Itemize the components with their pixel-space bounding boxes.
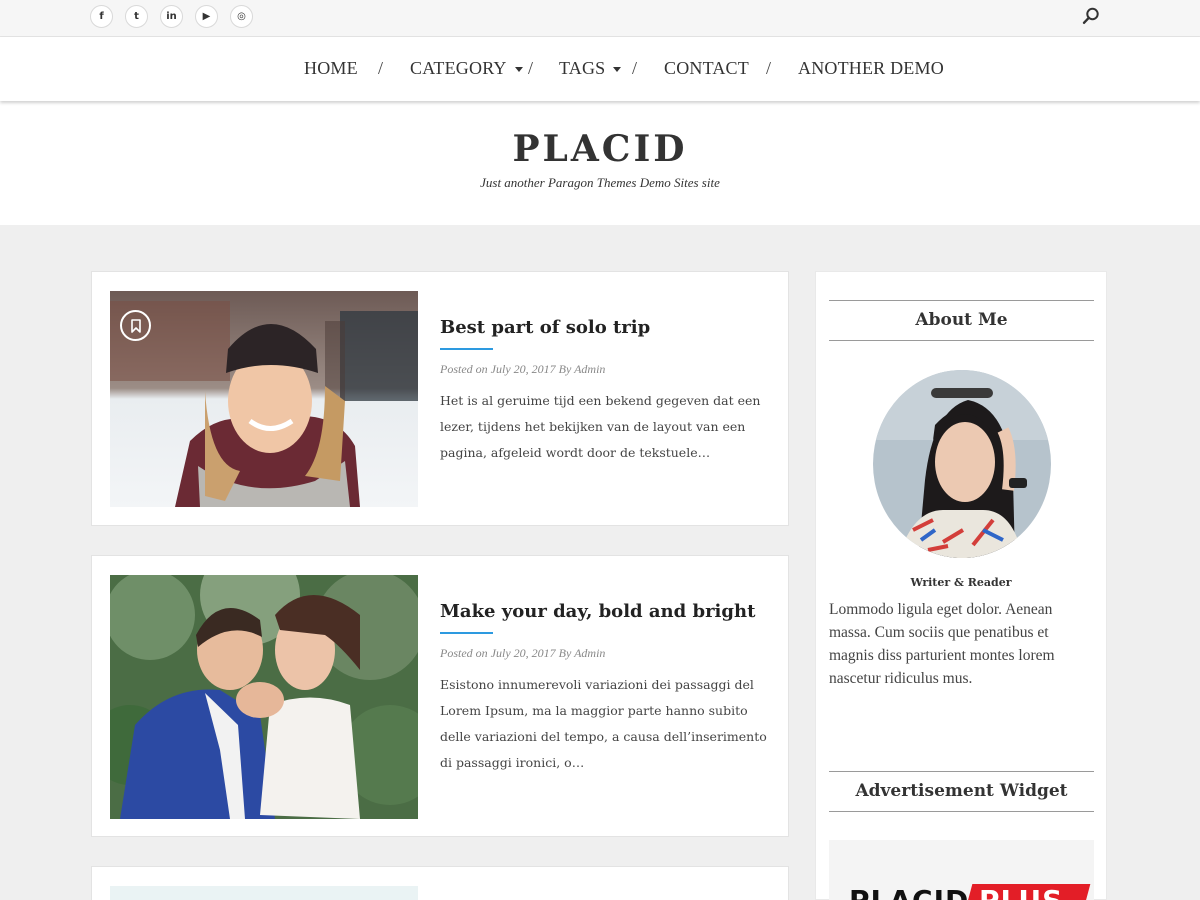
post-thumbnail[interactable] (110, 886, 418, 900)
main-navigation: HOME / CATEGORY / TAGS / CONTACT / ANOTH… (0, 37, 1200, 101)
post-title[interactable]: Make your day, bold and bright (440, 601, 755, 622)
ad-badge-text: PLUS (979, 884, 1063, 900)
nav-item-another-demo[interactable]: ANOTHER DEMO (798, 58, 944, 79)
instagram-icon[interactable]: ◎ (230, 5, 253, 28)
social-links: f t in ▶ ◎ (90, 5, 265, 28)
nav-item-category[interactable]: CATEGORY (410, 58, 523, 79)
nav-item-label: TAGS (559, 58, 606, 78)
nav-separator: / (766, 58, 772, 78)
nav-separator: / (378, 58, 384, 78)
nav-separator: / (528, 58, 534, 78)
facebook-icon[interactable]: f (90, 5, 113, 28)
widget-title-about: About Me (829, 300, 1094, 341)
site-header: PLACID Just another Paragon Themes Demo … (0, 101, 1200, 225)
widget-title-advertisement: Advertisement Widget (829, 771, 1094, 812)
nav-item-label: CATEGORY (410, 58, 507, 78)
post-excerpt: Esistono innumerevoli variazioni dei pas… (440, 677, 767, 770)
ad-brand-text: PLACID (849, 884, 969, 900)
post-thumbnail[interactable] (110, 575, 418, 819)
post-thumbnail[interactable] (110, 291, 418, 507)
chevron-down-icon (514, 67, 523, 73)
bookmark-icon[interactable] (120, 310, 151, 341)
nav-separator: / (632, 58, 638, 78)
twitter-icon[interactable]: t (125, 5, 148, 28)
about-text: Lommodo ligula eget dolor. Aenean massa.… (829, 601, 1055, 687)
nav-item-home[interactable]: HOME (304, 58, 358, 79)
youtube-icon[interactable]: ▶ (195, 5, 218, 28)
avatar-caption: Writer & Reader (910, 576, 1012, 589)
site-tagline: Just another Paragon Themes Demo Sites s… (480, 175, 720, 190)
post-card (91, 866, 789, 900)
title-underline (440, 348, 493, 350)
post-card: Make your day, bold and bright Posted on… (91, 555, 789, 837)
linkedin-icon[interactable]: in (160, 5, 183, 28)
avatar (873, 370, 1051, 558)
post-excerpt: Het is al geruime tijd een bekend gegeve… (440, 393, 761, 460)
post-title[interactable]: Best part of solo trip (440, 317, 650, 338)
nav-item-contact[interactable]: CONTACT (664, 58, 749, 79)
site-title[interactable]: PLACID (0, 128, 1200, 170)
sidebar: About Me Writer & Reader Lommodo ligula … (815, 271, 1107, 900)
post-meta: Posted on July 20, 2017 By Admin (440, 646, 606, 660)
post-meta: Posted on July 20, 2017 By Admin (440, 362, 606, 376)
post-card: Best part of solo trip Posted on July 20… (91, 271, 789, 526)
top-bar: f t in ▶ ◎ (0, 0, 1200, 37)
post-image (110, 291, 418, 507)
search-icon[interactable] (1082, 7, 1100, 25)
chevron-down-icon (613, 67, 622, 73)
title-underline (440, 632, 493, 634)
post-image (110, 575, 418, 819)
advertisement-banner[interactable]: PLACID PLUS (829, 840, 1094, 900)
nav-item-tags[interactable]: TAGS (559, 58, 622, 79)
